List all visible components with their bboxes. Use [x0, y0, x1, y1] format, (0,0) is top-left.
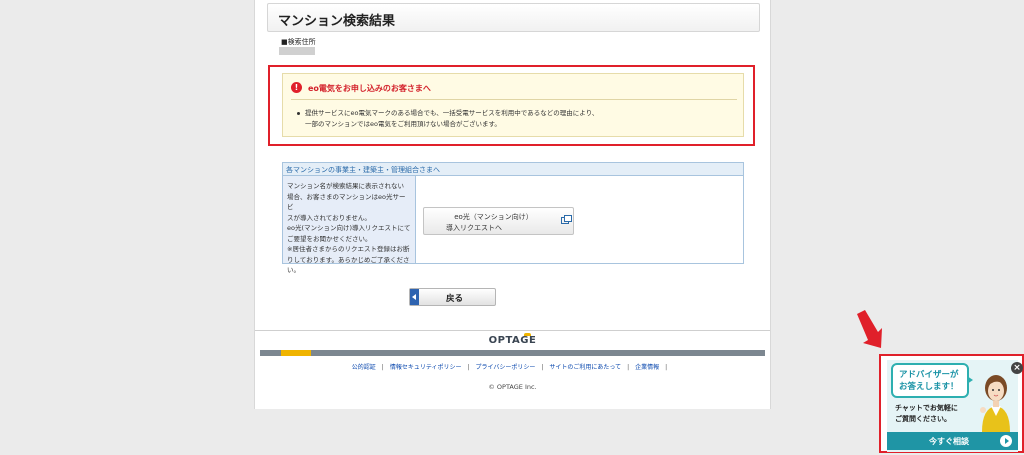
notice-highlight: ! eo電気をお申し込みのお客さまへ 提供サービスにeo電気マークのある場合でも…: [268, 65, 755, 146]
notice-line-1: 提供サービスにeo電気マークのある場合でも、一括受電サービスを利用中であるなどの…: [305, 109, 599, 117]
owners-line: スが導入されておりません。: [287, 213, 371, 222]
chevron-left-icon: [410, 289, 419, 305]
chat-bubble: アドバイザーが お答えします！: [891, 363, 969, 398]
back-button-label: 戻る: [446, 294, 464, 304]
close-icon[interactable]: ×: [1011, 362, 1023, 374]
footer-link-company[interactable]: 企業情報: [635, 364, 659, 371]
notice-title: eo電気をお申し込みのお客さまへ: [308, 84, 431, 93]
title-bar: マンション検索結果: [267, 3, 760, 32]
consult-now-label: 今すぐ相談: [929, 437, 969, 446]
owners-line: マンション名が検索結果に表示されない: [287, 182, 404, 190]
footer-bar: [260, 350, 765, 356]
chat-sub-line-2: ご質問ください。: [895, 415, 951, 423]
copyright: © OPTAGE Inc.: [488, 383, 537, 391]
bubble-line-2: お答えします！: [899, 382, 959, 392]
consult-now-button[interactable]: 今すぐ相談: [887, 432, 1018, 450]
footer-link-security-policy[interactable]: 情報セキュリティポリシー: [390, 364, 462, 371]
owners-line: りしております。あらかじめご了承くださ: [287, 255, 410, 264]
footer-link-privacy-policy[interactable]: プライバシーポリシー: [476, 364, 536, 371]
footer-links: 公的認証 | 情報セキュリティポリシー | プライバシーポリシー | サイトのご利用にあたっ…: [351, 364, 668, 371]
owners-line: ※居住者さまからのリクエスト登録はお断: [287, 245, 410, 253]
red-arrow-icon: [857, 310, 882, 348]
install-request-button[interactable]: eo光（マンション向け） 導入リクエストへ: [423, 207, 574, 235]
owners-line: 場合、お客さまのマンションはeo光サービ: [287, 192, 406, 212]
bubble-line-1: アドバイザーが: [899, 370, 959, 380]
footer-divider: [255, 330, 770, 331]
external-window-icon: [561, 215, 572, 224]
install-request-label-2: 導入リクエストへ: [446, 224, 502, 232]
address-value: [279, 47, 315, 55]
main-page: マンション検索結果 ■検索住所 ! eo電気をお申し込みのお客さまへ 提供サービ…: [254, 0, 771, 409]
address-label: ■検索住所: [281, 38, 316, 46]
owners-description: マンション名が検索結果に表示されない 場合、お客さまのマンションはeo光サービ …: [283, 176, 416, 274]
install-request-label-1: eo光（マンション向け）: [454, 213, 533, 221]
bubble-tail: [967, 376, 973, 384]
exclamation-icon: !: [291, 82, 302, 93]
chat-subtext: チャットでお気軽に ご質問ください。: [895, 403, 958, 425]
footer-link-site-terms[interactable]: サイトのご利用にあたって: [549, 364, 621, 371]
notice-body: 提供サービスにeo電気マークのある場合でも、一括受電サービスを利用中であるなどの…: [297, 108, 598, 130]
footer-link-certification[interactable]: 公的認証: [352, 364, 376, 371]
advisor-avatar-icon: [980, 375, 1010, 432]
bullet-icon: [297, 111, 300, 115]
chat-sub-line-1: チャットでお気軽に: [895, 404, 958, 412]
notice-line-2: 一部のマンションではeo電気をご利用頂けない場合がございます。: [305, 120, 501, 128]
owners-header: 各マンションの事業主・建築主・管理組合さまへ: [283, 163, 743, 176]
notice-divider: [291, 99, 737, 100]
owners-line: い。: [287, 266, 300, 274]
chat-widget[interactable]: アドバイザーが お答えします！ チャットでお気軽に ご質問ください。 今すぐ相談…: [879, 354, 1024, 453]
owners-panel: 各マンションの事業主・建築主・管理組合さまへ マンション名が検索結果に表示されな…: [282, 162, 744, 274]
owners-line: eo光(マンション向け)導入リクエストにて: [287, 224, 411, 232]
arrow-right-icon: [1000, 435, 1012, 447]
footer-bar-accent: [281, 350, 311, 356]
optage-logo: OPTAGE: [488, 335, 537, 346]
notice-box: ! eo電気をお申し込みのお客さまへ 提供サービスにeo電気マークのある場合でも…: [282, 73, 744, 137]
back-button[interactable]: 戻る: [409, 288, 496, 306]
owners-line: ご要望をお聞かせください。: [287, 234, 372, 243]
page-title: マンション検索結果: [278, 14, 396, 29]
